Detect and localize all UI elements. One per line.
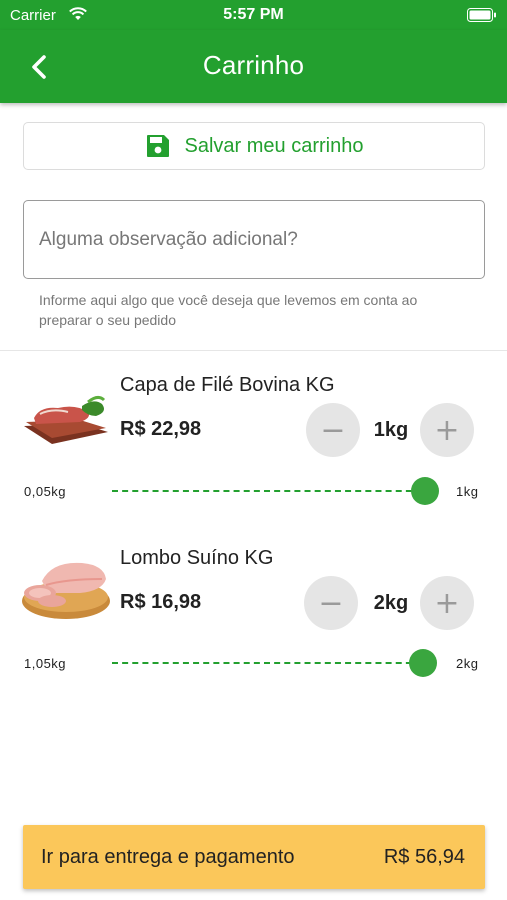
page-title: Carrinho [202,50,305,80]
item-price: R$ 22,98 [120,418,202,440]
minus-icon: − [318,585,344,621]
cart-item: Lombo Suíno KG R$ 16,98 − 2kg + 1,05kg 2… [0,533,507,693]
status-time: 5:57 PM [223,6,284,23]
plus-icon: + [434,585,460,621]
decrease-quantity-button[interactable]: − [306,403,360,457]
quantity-slider-thumb[interactable] [409,649,437,677]
beef-cut-image [24,395,108,444]
battery-icon [467,8,496,22]
slider-min-label: 1,05kg [24,656,67,671]
observation-input[interactable] [23,200,485,279]
item-price: R$ 16,98 [120,591,202,613]
nav-bar: Carrinho [0,30,507,103]
divider [0,350,507,351]
minus-icon: − [320,412,346,448]
slider-max-label: 1kg [456,484,479,499]
checkout-button[interactable]: Ir para entrega e pagamento R$ 56,94 [23,825,485,889]
checkout-label: Ir para entrega e pagamento [41,846,295,868]
cart-item: Capa de Filé Bovina KG R$ 22,98 − 1kg + … [0,360,507,520]
increase-quantity-button[interactable]: + [420,403,474,457]
quantity-value: 1kg [373,419,409,441]
observation-help-text: Informe aqui algo que você deseja que le… [39,292,418,328]
decrease-quantity-button[interactable]: − [304,576,358,630]
quantity-value: 2kg [373,592,409,614]
pork-loin-image [22,562,110,619]
status-bar: Carrier 5:57 PM [0,0,507,30]
item-name: Capa de Filé Bovina KG [120,374,335,396]
slider-min-label: 0,05kg [24,484,67,499]
quantity-slider-track[interactable] [112,490,422,492]
floppy-disk-icon [146,135,169,157]
quantity-slider-thumb[interactable] [411,477,439,505]
quantity-slider-track[interactable] [112,662,422,664]
increase-quantity-button[interactable]: + [420,576,474,630]
slider-max-label: 2kg [456,656,479,671]
plus-icon: + [434,412,460,448]
checkout-total: R$ 56,94 [383,846,465,868]
save-cart-button[interactable]: Salvar meu carrinho [23,122,485,170]
save-cart-label: Salvar meu carrinho [184,134,364,157]
item-name: Lombo Suíno KG [120,547,274,569]
